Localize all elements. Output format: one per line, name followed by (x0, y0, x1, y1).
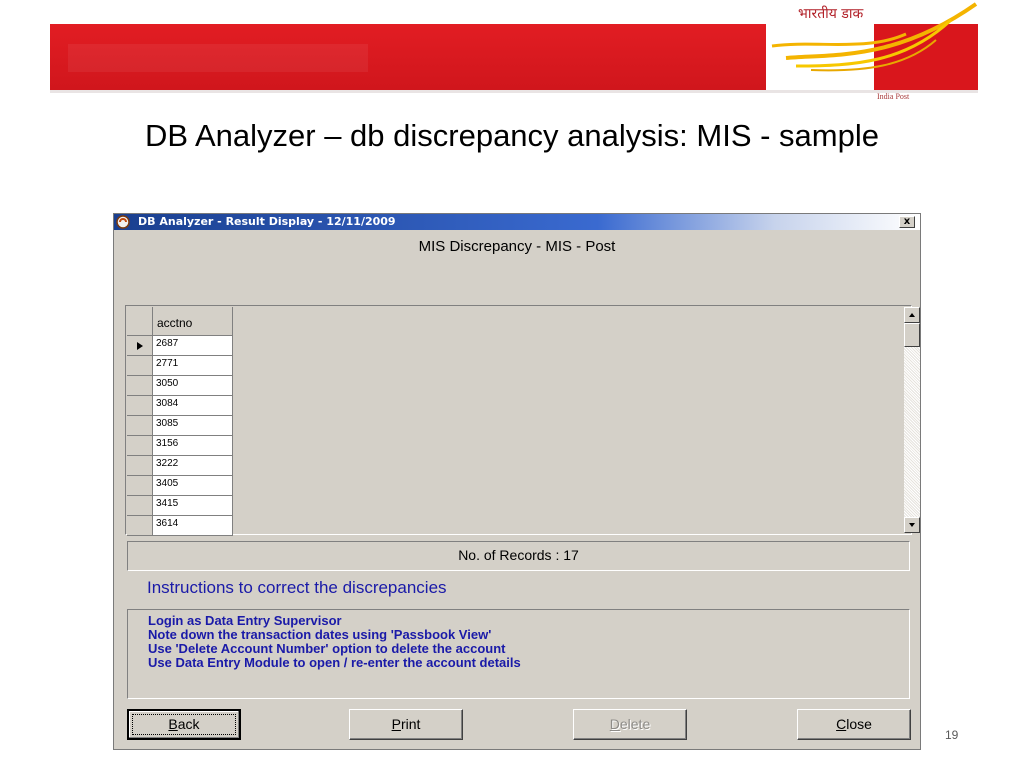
table-row[interactable]: 3415 (127, 496, 233, 516)
row-selector[interactable] (127, 416, 153, 436)
instructions-heading: Instructions to correct the discrepancie… (147, 578, 447, 597)
row-selector[interactable] (127, 476, 153, 496)
banner-shade (68, 44, 368, 72)
instruction-line: Use 'Delete Account Number' option to de… (148, 641, 506, 656)
table-row[interactable]: 3222 (127, 456, 233, 476)
table-row[interactable]: 3614 (127, 516, 233, 536)
scroll-up-arrow-icon[interactable] (904, 307, 920, 323)
table-row[interactable]: 3085 (127, 416, 233, 436)
row-selector[interactable] (127, 356, 153, 376)
table-row[interactable]: 3156 (127, 436, 233, 456)
table-row[interactable]: 3405 (127, 476, 233, 496)
table-row[interactable]: 2687 (127, 336, 233, 356)
table-row[interactable]: 2771 (127, 356, 233, 376)
window-title: DB Analyzer - Result Display - 12/11/200… (138, 215, 396, 228)
acctno-cell[interactable]: 3084 (153, 396, 233, 416)
grid-corner (127, 307, 153, 336)
instruction-line: Login as Data Entry Supervisor (148, 613, 342, 628)
grid-rows: 2687 2771 3050 3084 3085 3156 3222 3405 3415 3614 (127, 336, 233, 536)
row-selector[interactable] (127, 456, 153, 476)
page-number: 19 (945, 728, 959, 742)
scroll-thumb[interactable] (904, 323, 920, 347)
delete-button-label: Delete (609, 716, 651, 732)
back-button-label: Back (168, 716, 200, 732)
acctno-cell[interactable]: 2771 (153, 356, 233, 376)
acctno-cell[interactable]: 3222 (153, 456, 233, 476)
back-button[interactable]: Back (127, 709, 241, 740)
app-icon (116, 215, 130, 229)
row-selector[interactable] (127, 496, 153, 516)
results-grid[interactable]: acctno 2687 2771 3050 3084 3085 3156 3222 3405 3… (125, 305, 920, 536)
logo-english-text: India Post (877, 92, 910, 101)
header-banner (50, 24, 766, 90)
column-header-acctno[interactable]: acctno (153, 307, 233, 336)
row-selector[interactable] (127, 436, 153, 456)
acctno-cell[interactable]: 3405 (153, 476, 233, 496)
row-selector[interactable] (127, 516, 153, 536)
instructions-box: Login as Data Entry Supervisor Note down… (127, 609, 910, 699)
row-selector[interactable] (127, 376, 153, 396)
close-button-label: Close (836, 716, 872, 732)
current-row-arrow-icon[interactable] (127, 336, 153, 356)
row-selector[interactable] (127, 396, 153, 416)
instruction-line: Note down the transaction dates using 'P… (148, 627, 492, 642)
close-icon[interactable]: x (899, 216, 915, 228)
table-row[interactable]: 3084 (127, 396, 233, 416)
delete-button[interactable]: Delete (573, 709, 687, 740)
report-title: MIS Discrepancy - MIS - Post (418, 238, 616, 255)
acctno-cell[interactable]: 3050 (153, 376, 233, 396)
window-titlebar[interactable]: DB Analyzer - Result Display - 12/11/200… (114, 214, 920, 230)
slide-title: DB Analyzer – db discrepancy analysis: M… (145, 118, 879, 153)
close-button[interactable]: Close (797, 709, 911, 740)
logo-hindi-text: भारतीय डाक (798, 6, 864, 22)
result-display-window: DB Analyzer - Result Display - 12/11/200… (113, 213, 921, 750)
acctno-cell[interactable]: 3415 (153, 496, 233, 516)
print-button-label: Print (391, 716, 421, 732)
table-row[interactable]: 3050 (127, 376, 233, 396)
india-post-logo-icon (771, 2, 978, 72)
vertical-scrollbar[interactable] (904, 307, 920, 533)
records-count: No. of Records : 17 (127, 541, 910, 571)
acctno-cell[interactable]: 3614 (153, 516, 233, 536)
acctno-cell[interactable]: 3085 (153, 416, 233, 436)
scroll-down-arrow-icon[interactable] (904, 517, 920, 533)
print-button[interactable]: Print (349, 709, 463, 740)
acctno-cell[interactable]: 2687 (153, 336, 233, 356)
acctno-cell[interactable]: 3156 (153, 436, 233, 456)
instruction-line: Use Data Entry Module to open / re-enter… (148, 655, 521, 670)
